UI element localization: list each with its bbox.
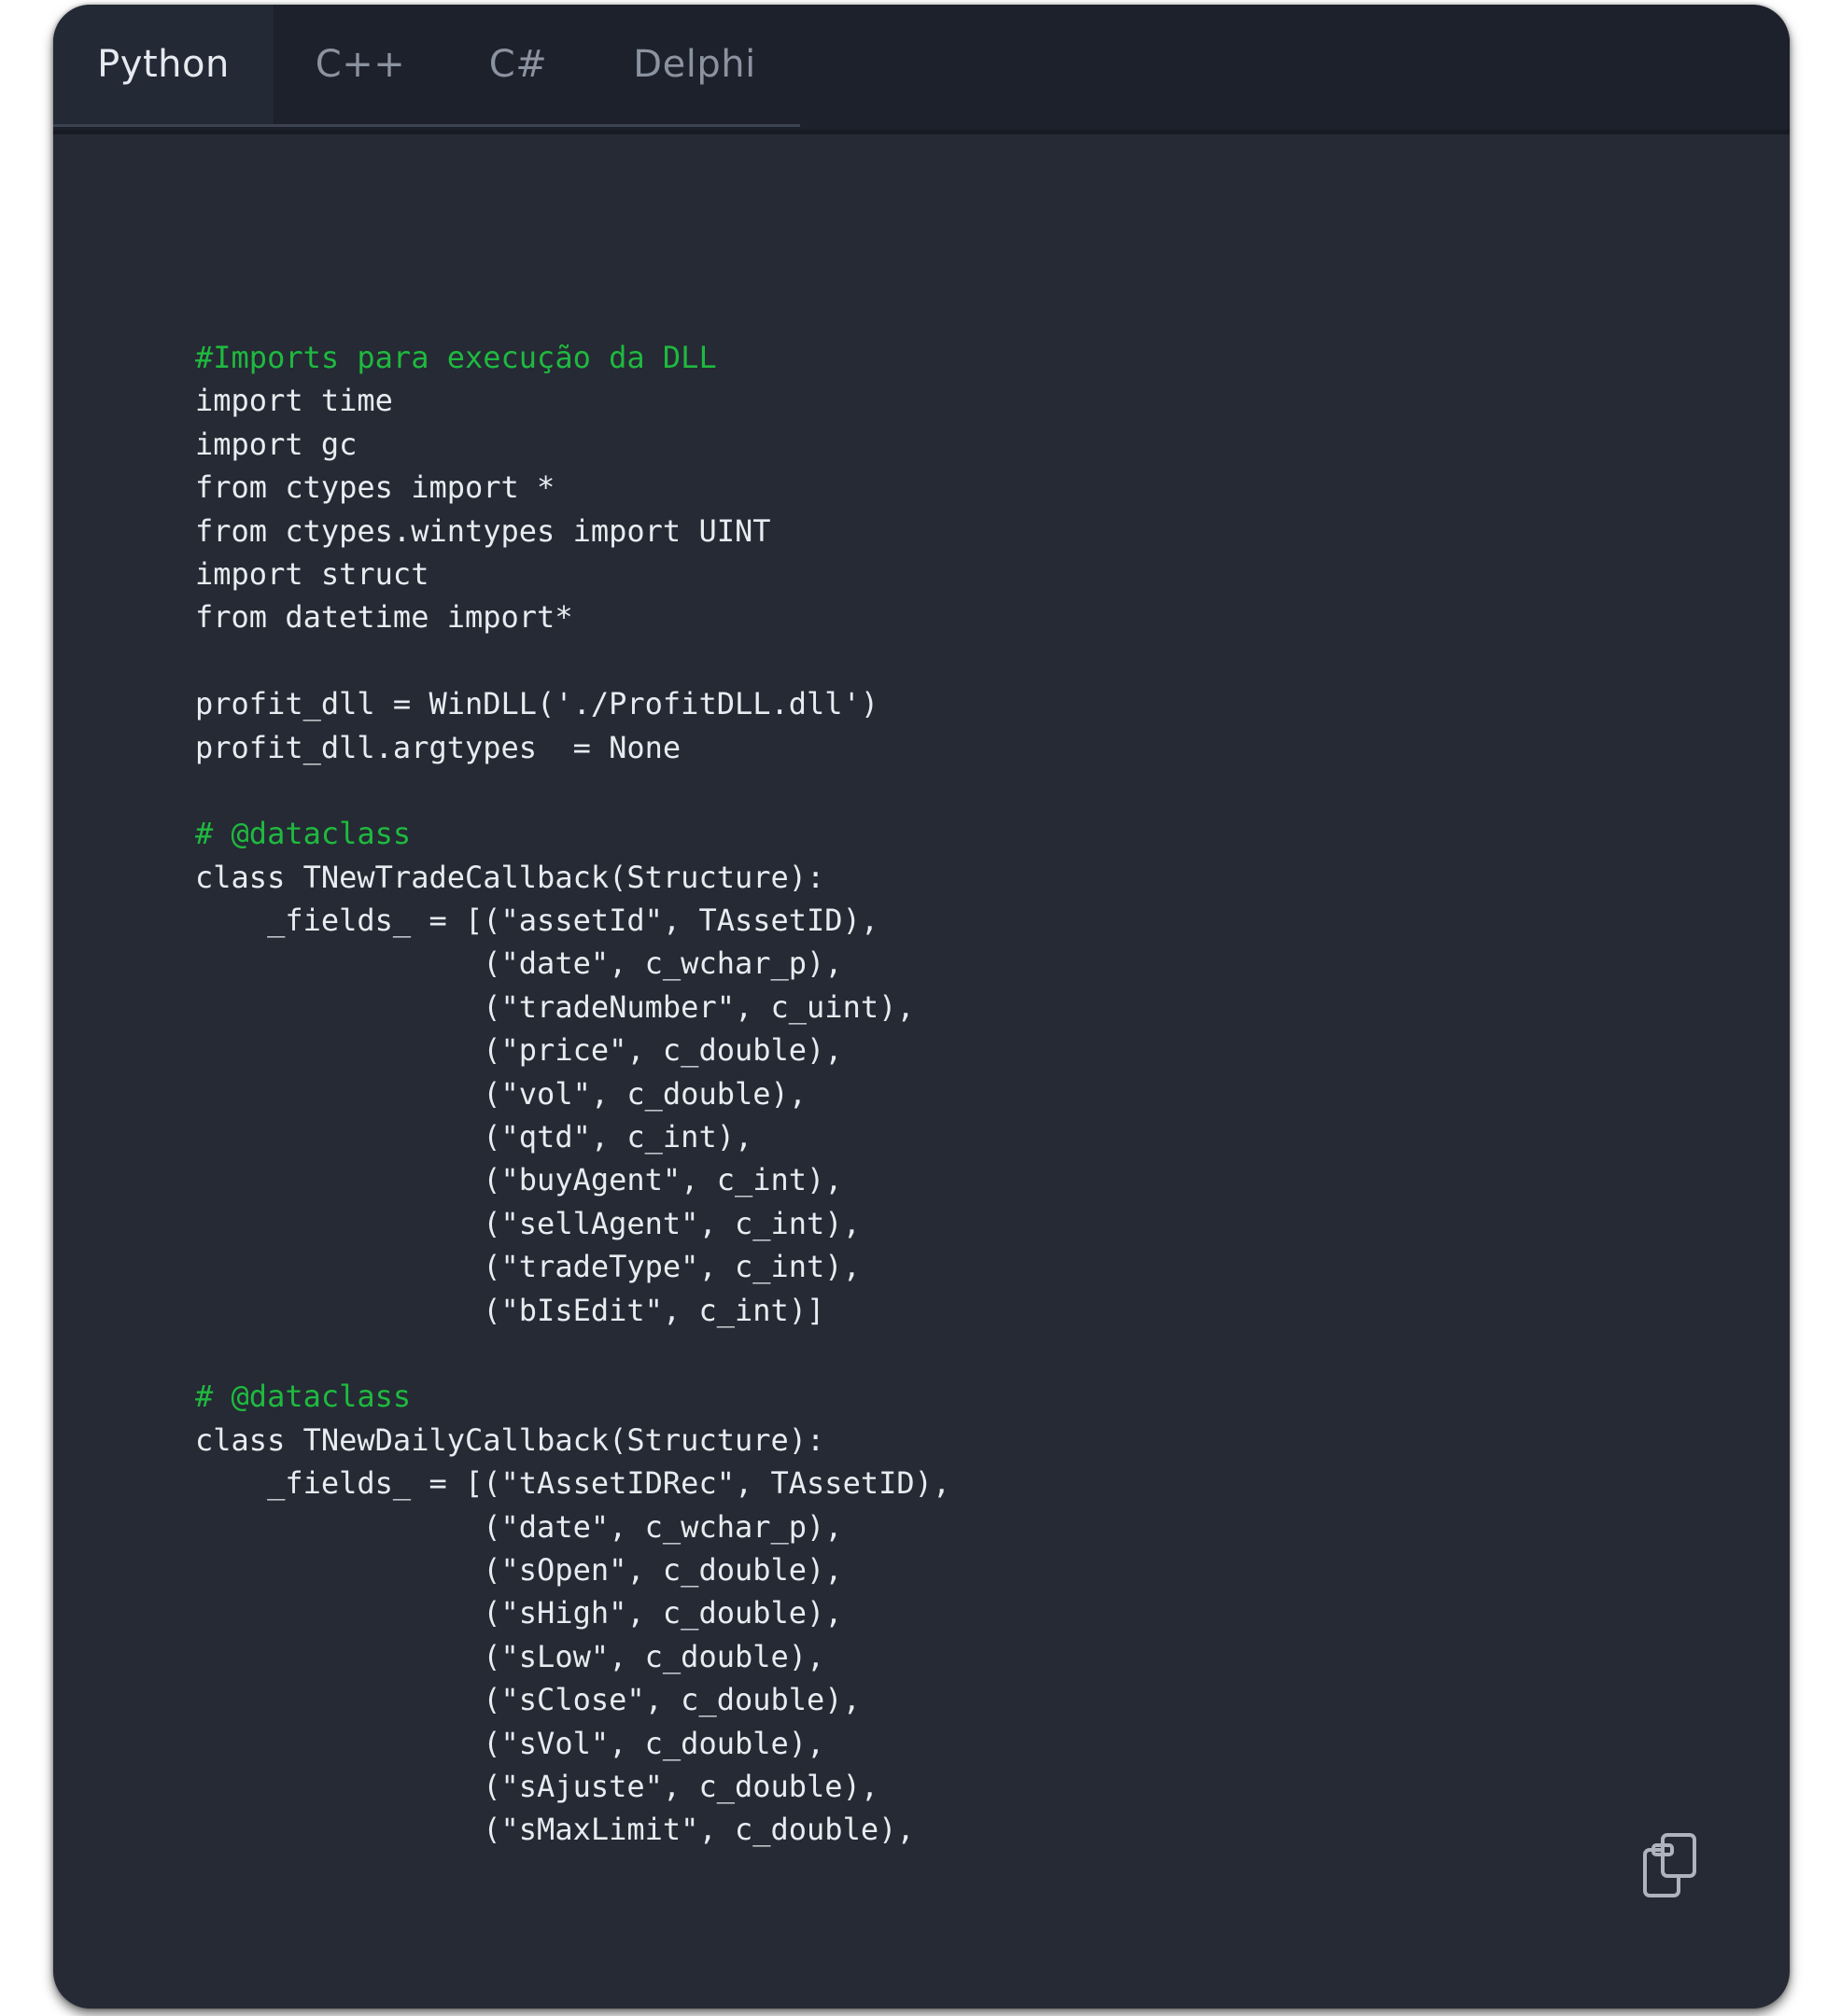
code-line: ("date", c_wchar_p),: [195, 1508, 843, 1545]
code-line: ("tradeNumber", c_uint),: [195, 988, 915, 1025]
code-line: from ctypes import *: [195, 469, 555, 506]
language-tabs: Python C++ C# Delphi: [53, 5, 800, 127]
code-line: ("sMaxLimit", c_double),: [195, 1812, 915, 1848]
code-line: ("sellAgent", c_int),: [195, 1205, 861, 1241]
code-line: from ctypes.wintypes import UINT: [195, 512, 771, 549]
tab-python[interactable]: Python: [53, 5, 274, 124]
code-line: import struct: [195, 555, 429, 592]
code-block: #Imports para execução da DLL import time…: [195, 336, 950, 1852]
code-line: ("qtd", c_int),: [195, 1119, 753, 1155]
code-line: ("vol", c_double),: [195, 1075, 808, 1112]
code-line: _fields_ = [("tAssetIDRec", TAssetID),: [195, 1465, 951, 1502]
code-line: profit_dll.argtypes = None: [195, 729, 682, 765]
tab-csharp[interactable]: C#: [447, 5, 589, 124]
code-line: ("sHigh", c_double),: [195, 1595, 843, 1631]
code-line: ("sVol", c_double),: [195, 1725, 825, 1761]
copy-button[interactable]: [1640, 1829, 1700, 1900]
code-line: # @dataclass: [195, 1379, 412, 1415]
code-line: ("sLow", c_double),: [195, 1638, 825, 1674]
code-line: ("price", c_double),: [195, 1032, 843, 1069]
code-line: ("date", c_wchar_p),: [195, 945, 843, 982]
code-line: ("bIsEdit", c_int)]: [195, 1292, 825, 1328]
code-line: ("sAjuste", c_double),: [195, 1768, 879, 1804]
code-line: ("sClose", c_double),: [195, 1682, 861, 1718]
code-line: class TNewDailyCallback(Structure):: [195, 1421, 825, 1458]
code-snippet-window: Python C++ C# Delphi #Imports para execu…: [53, 5, 1790, 2009]
code-line: from datetime import*: [195, 599, 573, 636]
code-line: class TNewTradeCallback(Structure):: [195, 859, 825, 895]
code-line: profit_dll = WinDLL('./ProfitDLL.dll'): [195, 686, 879, 722]
language-tab-bar: Python C++ C# Delphi: [53, 5, 1790, 134]
code-line: ("tradeType", c_int),: [195, 1249, 861, 1285]
tab-delphi[interactable]: Delphi: [589, 5, 800, 124]
clipboard-copy-icon: [1643, 1833, 1696, 1897]
tab-cpp[interactable]: C++: [274, 5, 447, 124]
code-line: _fields_ = [("assetId", TAssetID),: [195, 903, 879, 939]
code-line: # @dataclass: [195, 816, 412, 852]
code-line: ("sOpen", c_double),: [195, 1551, 843, 1588]
code-line: ("buyAgent", c_int),: [195, 1162, 843, 1198]
code-line: #Imports para execução da DLL: [195, 340, 717, 375]
code-line: import time: [195, 383, 393, 419]
code-line: import gc: [195, 426, 358, 462]
